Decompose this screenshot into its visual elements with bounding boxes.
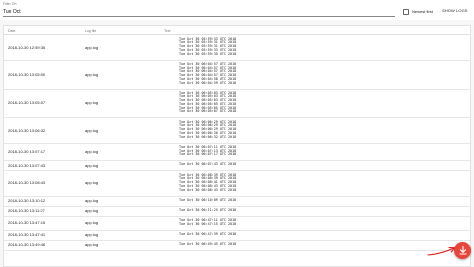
- table-row[interactable]: 2018-10-30 13:49:46 app.log Tue Oct 30 06:…: [4, 240, 470, 252]
- show-logs-button[interactable]: SHOW LOGS: [442, 8, 468, 13]
- cell-date: 2018-10-30 13:05:00: [8, 71, 46, 77]
- cell-date: 2018-10-30 13:06:32: [8, 127, 46, 133]
- log-table: Date Log file Text 2018-10-30 12:59:35 ap…: [3, 25, 471, 267]
- cell-text: Tue Oct 30 06:04:57 UTC 2018 Tue Oct 30 …: [179, 61, 237, 85]
- cell-text: Tue Oct 30 06:47:11 UTC 2018 Tue Oct 30 …: [179, 218, 237, 226]
- cell-date: 2018-10-30 13:08:43: [8, 180, 46, 186]
- cell-log-file: app.log: [85, 127, 99, 133]
- cell-text: Tue Oct 30 06:10:09 UTC 2018: [179, 197, 237, 202]
- cell-log-file: app.log: [85, 220, 99, 226]
- red-arrow-icon: [427, 247, 456, 256]
- table-row[interactable]: 2018-10-30 13:07:17 app.log Tue Oct 30 06:…: [4, 143, 470, 162]
- table-row[interactable]: 2018-10-30 13:47:15 app.log Tue Oct 30 06:…: [4, 216, 470, 231]
- filter-field[interactable]: Filter On: [3, 2, 395, 17]
- cell-date: 2018-10-30 13:11:27: [8, 208, 45, 214]
- cell-text: Tue Oct 30 05:59:33 UTC 2018 Tue Oct 30 …: [179, 36, 237, 56]
- cell-date: 2018-10-30 13:47:41: [8, 232, 46, 238]
- newest-first-checkbox[interactable]: [403, 8, 409, 15]
- download-icon: [458, 246, 467, 255]
- newest-first-toggle[interactable]: Newest first: [403, 8, 433, 15]
- cell-date: 2018-10-30 13:05:07: [8, 100, 46, 106]
- cell-log-file: app.log: [85, 148, 99, 154]
- cell-text: Tue Oct 30 06:08:39 UTC 2018 Tue Oct 30 …: [179, 172, 237, 192]
- cell-text: Tue Oct 30 06:07:43 UTC 2018: [179, 162, 237, 167]
- cell-date: 2018-10-30 13:10:12: [8, 198, 46, 204]
- cell-log-file: app.log: [85, 71, 99, 77]
- cell-log-file: app.log: [85, 232, 99, 238]
- cell-date: 2018-10-30 13:49:46: [8, 242, 46, 248]
- column-header-text[interactable]: Text: [164, 29, 170, 33]
- cell-log-file: app.log: [85, 242, 99, 248]
- table-row[interactable]: 2018-10-30 13:08:43 app.log Tue Oct 30 06:…: [4, 170, 470, 197]
- cell-date: 2018-10-30 12:59:35: [8, 44, 46, 50]
- toolbar: Filter On Newest first SHOW LOGS: [0, 0, 474, 20]
- cell-text: Tue Oct 30 06:49:45 UTC 2018: [179, 242, 237, 247]
- cell-log-file: app.log: [85, 162, 99, 168]
- filter-input[interactable]: [3, 7, 395, 17]
- filter-label: Filter On: [3, 2, 17, 6]
- cell-text: Tue Oct 30 06:05:03 UTC 2018 Tue Oct 30 …: [179, 90, 237, 114]
- column-header-date[interactable]: Date: [8, 29, 15, 33]
- newest-first-label: Newest first: [412, 9, 433, 14]
- cell-text: Tue Oct 30 06:07:11 UTC 2018 Tue Oct 30 …: [179, 144, 237, 157]
- table-row[interactable]: 2018-10-30 13:06:32 app.log Tue Oct 30 06:…: [4, 117, 470, 144]
- cell-text: Tue Oct 30 06:06:29 UTC 2018 Tue Oct 30 …: [179, 119, 237, 139]
- cell-log-file: app.log: [85, 208, 99, 214]
- cell-date: 2018-10-30 13:07:43: [8, 162, 46, 168]
- table-row[interactable]: 2018-10-30 13:05:07 app.log Tue Oct 30 06:…: [4, 89, 470, 119]
- table-row[interactable]: 2018-10-30 13:05:00 app.log Tue Oct 30 06:…: [4, 60, 470, 90]
- cell-log-file: app.log: [85, 198, 99, 204]
- table-row[interactable]: 2018-10-30 12:59:35 app.log Tue Oct 30 05:…: [4, 35, 470, 61]
- cell-text: Tue Oct 30 06:11:25 UTC 2018: [179, 207, 237, 212]
- column-header-log-file[interactable]: Log file: [85, 29, 96, 33]
- cell-text: Tue Oct 30 06:47:39 UTC 2018: [179, 231, 237, 236]
- cell-date: 2018-10-30 13:47:15: [8, 220, 46, 226]
- cell-date: 2018-10-30 13:07:17: [8, 148, 46, 154]
- cell-log-file: app.log: [85, 180, 99, 186]
- cell-log-file: app.log: [85, 44, 99, 50]
- cell-log-file: app.log: [85, 100, 99, 106]
